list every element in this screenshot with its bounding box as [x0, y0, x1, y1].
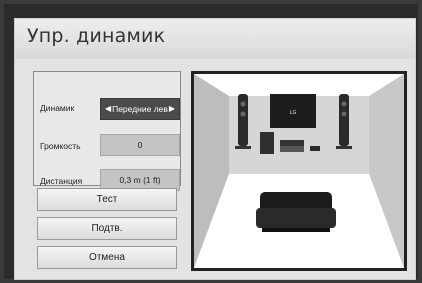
cancel-button[interactable]: Отмена [37, 246, 177, 269]
tv-icon: LG [270, 94, 316, 128]
dialog-title: Упр. динамик [27, 25, 166, 47]
room-svg: LG [194, 74, 404, 268]
test-button[interactable]: Тест [37, 188, 177, 211]
ceiling [194, 74, 404, 96]
tv-logo: LG [290, 110, 297, 116]
room-illustration: LG [191, 71, 407, 271]
speaker-value: Передние лев [112, 104, 168, 114]
dialog-header: Упр. динамик [15, 19, 415, 59]
speaker-selector[interactable]: ◀ Передние лев ▶ [100, 98, 180, 120]
sofa-icon [256, 192, 336, 232]
distance-label: Дистанция [40, 176, 83, 186]
right-arrow-icon[interactable]: ▶ [169, 99, 175, 119]
speaker-settings-box: Динамик ◀ Передние лев ▶ Громкость 0 Дис… [33, 71, 181, 191]
screen: Упр. динамик Динамик ◀ Передние лев ▶ Гр… [4, 4, 418, 280]
center-speaker-icon [280, 140, 304, 152]
subwoofer-icon [260, 132, 274, 154]
player-icon [310, 146, 320, 151]
volume-label: Громкость [40, 141, 81, 151]
confirm-button[interactable]: Подтв. [37, 217, 177, 240]
volume-field[interactable]: 0 [100, 134, 180, 156]
speaker-setup-dialog: Упр. динамик Динамик ◀ Передние лев ▶ Гр… [14, 18, 416, 280]
left-arrow-icon[interactable]: ◀ [105, 99, 111, 119]
speaker-label: Динамик [40, 103, 75, 113]
